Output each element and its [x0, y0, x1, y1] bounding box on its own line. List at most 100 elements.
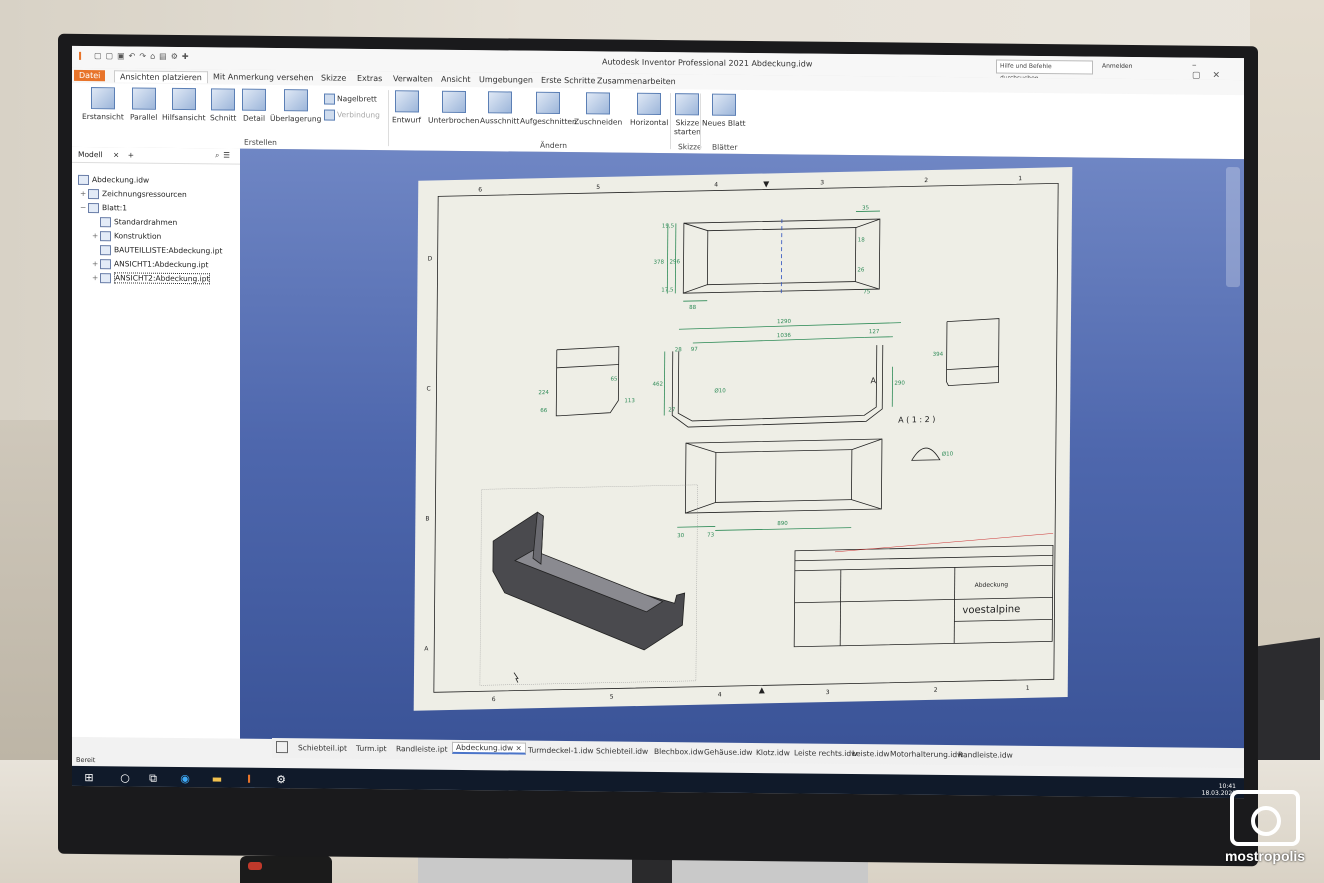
- task-view-icon[interactable]: ⧉: [144, 771, 162, 787]
- doc-tab[interactable]: Motorhalterung.idw: [890, 749, 963, 759]
- tab-annotate[interactable]: Mit Anmerkung versehen: [208, 71, 319, 83]
- connector-button[interactable]: Verbindung: [324, 109, 380, 122]
- doc-tab[interactable]: Leiste.idw: [852, 749, 890, 758]
- svg-text:28: 28: [675, 347, 683, 353]
- title-block-company: voestalpine: [962, 604, 1020, 616]
- zone-top-5: 5: [596, 184, 600, 191]
- edge-browser-icon[interactable]: ◉: [176, 771, 194, 787]
- zone-top-6: 6: [478, 186, 482, 193]
- inventor-taskbar-icon[interactable]: I: [240, 771, 258, 790]
- window-controls[interactable]: –▢✕: [1192, 61, 1244, 82]
- navigation-bar[interactable]: [1226, 166, 1240, 288]
- drawing-sheet[interactable]: 6 5 4 3 2 1 6 5 4 3 2 1 D C B A 19,5 378…: [413, 167, 1073, 711]
- crop-icon: [586, 92, 611, 115]
- svg-text:113: 113: [624, 398, 635, 404]
- projected-view-icon: [131, 87, 156, 110]
- settings-gear-icon[interactable]: ⚙: [272, 771, 290, 791]
- tab-manage[interactable]: Verwalten: [388, 73, 438, 85]
- tab-get-started[interactable]: Erste Schritte: [536, 75, 600, 87]
- inventor-app-icon[interactable]: I: [78, 50, 82, 63]
- signin-button[interactable]: Anmelden: [1102, 63, 1132, 70]
- draft-view-button[interactable]: Entwurf: [392, 90, 421, 125]
- doc-tab[interactable]: Gehäuse.idw: [704, 747, 752, 757]
- breakout-button[interactable]: Ausschnitt: [480, 91, 519, 126]
- top-view[interactable]: [682, 217, 881, 295]
- tree-item-construction[interactable]: + Konstruktion: [92, 231, 161, 242]
- crop-button[interactable]: Zuschneiden: [574, 92, 622, 127]
- windows-start-icon[interactable]: ⊞: [80, 770, 98, 786]
- start-sketch-button[interactable]: Skizze starten: [674, 93, 701, 136]
- doc-tab[interactable]: Randleiste.idw: [958, 750, 1013, 760]
- doc-tab[interactable]: Blechbox.idw: [654, 747, 704, 757]
- tree-item-parts-list[interactable]: BAUTEILLISTE:Abdeckung.ipt: [100, 245, 222, 256]
- auxiliary-view-button[interactable]: Hilfsansicht: [162, 87, 206, 122]
- projected-view-button[interactable]: Parallel: [130, 87, 157, 122]
- break-button[interactable]: Unterbrochen: [428, 90, 479, 125]
- tree-item-view2[interactable]: + ANSICHT2:Abdeckung.ipt: [92, 272, 211, 285]
- slice-button[interactable]: Aufgeschnitten: [520, 91, 577, 126]
- file-explorer-icon[interactable]: ▬: [208, 771, 226, 787]
- zone-left-d: D: [428, 255, 433, 262]
- tab-collaborate[interactable]: Zusammenarbeiten: [592, 75, 681, 87]
- tab-place-views[interactable]: Ansichten platzieren: [114, 70, 208, 84]
- doc-tab-active[interactable]: Abdeckung.idw ×: [452, 741, 526, 755]
- doc-tab[interactable]: Schiebteil.ipt: [298, 743, 347, 753]
- quick-access-toolbar[interactable]: ▢▢▣↶↷⌂▤⚙✚: [94, 51, 193, 61]
- help-search-input[interactable]: Hilfe und Befehle durchsuchen...: [996, 59, 1093, 82]
- connector-icon: [324, 109, 335, 121]
- watermark: mostropolis: [1210, 790, 1320, 864]
- tree-item-drawing[interactable]: Abdeckung.idw: [78, 174, 149, 186]
- doc-tab[interactable]: Klotz.idw: [756, 748, 790, 757]
- isometric-view[interactable]: [492, 509, 686, 653]
- tab-sketch[interactable]: Skizze: [316, 72, 351, 83]
- view-icon: [100, 259, 111, 270]
- doc-tab[interactable]: Randleiste.ipt: [396, 744, 448, 754]
- ribbon-separator: [670, 93, 671, 150]
- search-icon[interactable]: ○: [116, 770, 134, 786]
- doc-tab[interactable]: Turm.ipt: [356, 744, 387, 753]
- detail-view[interactable]: [911, 447, 941, 461]
- tree-item-border[interactable]: Standardrahmen: [100, 217, 177, 228]
- detail-dim: Ø10: [942, 450, 954, 457]
- tree-item-sheet[interactable]: − Blatt:1: [80, 203, 127, 214]
- zone-bottom-5: 5: [610, 694, 614, 701]
- doc-tab[interactable]: Schiebteil.idw: [596, 746, 648, 756]
- home-icon[interactable]: [276, 740, 288, 754]
- detail-view-button[interactable]: Detail: [242, 88, 266, 123]
- drawing-file-icon: [78, 174, 89, 186]
- tab-model[interactable]: Modell: [78, 150, 103, 159]
- section-view-button[interactable]: Schnitt: [210, 88, 236, 123]
- browser-tools[interactable]: ⌕☰: [215, 150, 234, 160]
- front-view[interactable]: [671, 344, 884, 428]
- tab-view[interactable]: Ansicht: [436, 74, 476, 85]
- bottom-view[interactable]: [684, 438, 883, 514]
- tab-environments[interactable]: Umgebungen: [474, 74, 538, 86]
- nailboard-button[interactable]: Nagelbrett: [324, 93, 377, 106]
- horizontal-button[interactable]: Horizontal: [630, 92, 668, 127]
- base-view-button[interactable]: Erstansicht: [82, 87, 124, 121]
- doc-tab[interactable]: Leiste rechts.idw: [794, 748, 857, 758]
- svg-text:462: 462: [652, 382, 663, 388]
- graphics-window[interactable]: 6 5 4 3 2 1 6 5 4 3 2 1 D C B A 19,5 378…: [240, 148, 1244, 750]
- doc-tab[interactable]: Turmdeckel-1.idw: [528, 746, 594, 756]
- drawing-svg: 6 5 4 3 2 1 6 5 4 3 2 1 D C B A 19,5 378…: [424, 175, 1059, 703]
- tab-tools[interactable]: Extras: [352, 73, 387, 84]
- center-mark-bottom: [758, 687, 765, 694]
- tree-item-drawing-resources[interactable]: + Zeichnungsressourcen: [80, 189, 187, 200]
- svg-text:296: 296: [670, 259, 681, 265]
- overlay-view-button[interactable]: Überlagerung: [270, 89, 321, 123]
- add-browser-icon[interactable]: +: [128, 150, 134, 159]
- tree-item-view1[interactable]: + ANSICHT1:Abdeckung.ipt: [92, 259, 208, 270]
- svg-text:127: 127: [869, 329, 880, 335]
- monitor-screen: I ▢▢▣↶↷⌂▤⚙✚ Autodesk Inventor Profession…: [72, 45, 1244, 799]
- svg-text:1036: 1036: [777, 333, 792, 339]
- tab-file[interactable]: Datei: [74, 69, 106, 82]
- right-side-view[interactable]: [946, 318, 1000, 387]
- close-tab-icon[interactable]: ×: [516, 744, 522, 753]
- close-icon[interactable]: ×: [113, 150, 119, 159]
- remote-control: [240, 856, 332, 883]
- new-sheet-button[interactable]: Neues Blatt: [702, 93, 746, 128]
- svg-text:73: 73: [707, 532, 715, 538]
- left-side-view[interactable]: [555, 346, 620, 417]
- front-view-dim-labels: 1290 127 1036 28 97 462 290 Ø10 27: [652, 319, 905, 414]
